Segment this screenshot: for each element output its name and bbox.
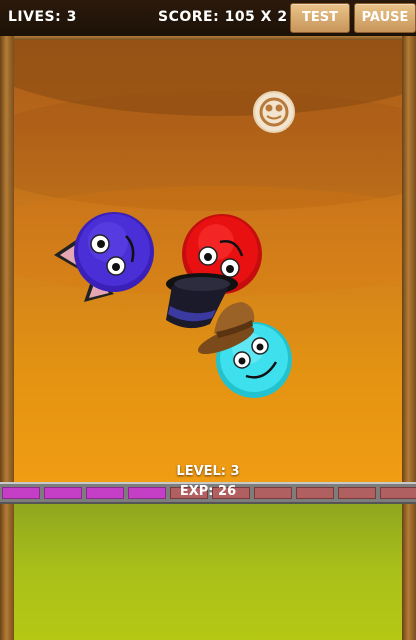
exp-label: EXP: 26	[179, 484, 237, 499]
smiley-token-icon[interactable]	[250, 88, 298, 136]
bowler-hat-icon	[197, 302, 255, 354]
test-button[interactable]: TEST	[290, 3, 350, 33]
top-hud: LIVES: 3 SCORE: 105 X 2 TEST PAUSE	[0, 0, 416, 36]
left-pole	[0, 36, 14, 640]
score-display: SCORE: 105 X 2	[158, 9, 288, 25]
ground-zone	[0, 502, 416, 640]
pause-button[interactable]: PAUSE	[354, 3, 416, 33]
lives-counter: LIVES: 3	[8, 9, 77, 25]
purple-cat-creature[interactable]	[44, 210, 160, 320]
right-pole	[402, 36, 416, 640]
level-label: LEVEL: 3	[176, 464, 240, 479]
